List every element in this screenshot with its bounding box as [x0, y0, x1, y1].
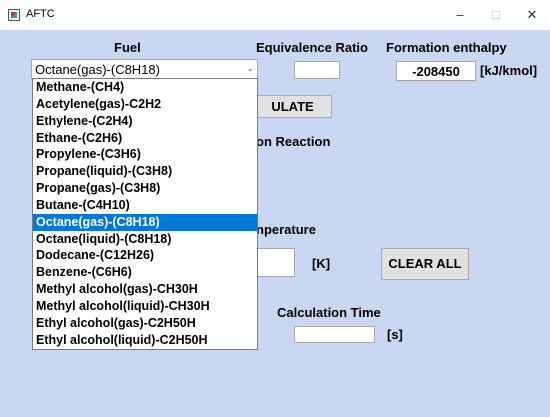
enthalpy-unit-label: [kJ/kmol] [480, 63, 538, 78]
fuel-option[interactable]: Benzene-(C6H6) [33, 264, 257, 281]
calculation-time-output [294, 326, 375, 343]
fuel-select[interactable]: Octane(gas)-(C8H18) ⌄ [31, 59, 258, 79]
fuel-option[interactable]: Propylene-(C3H6) [33, 146, 257, 163]
fuel-option[interactable]: Methyl alcohol(gas)-CH30H [33, 281, 257, 298]
close-button[interactable]: ✕ [514, 0, 550, 30]
fuel-option[interactable]: Octane(gas)-(C8H18) [33, 213, 257, 231]
fuel-option[interactable]: Ethyl alcohol(liquid)-C2H50H [33, 332, 257, 349]
fuel-option[interactable]: Ethane-(C2H6) [33, 130, 257, 147]
temperature-label: nperature [256, 222, 316, 237]
fuel-option[interactable]: Dodecane-(C12H26) [33, 247, 257, 264]
title-bar: AFTC – □ ✕ [0, 0, 550, 30]
temperature-output [254, 248, 295, 277]
equivalence-ratio-label: Equivalence Ratio [256, 40, 368, 55]
window-title: AFTC [26, 8, 55, 20]
fuel-option[interactable]: Propane(liquid)-(C3H8) [33, 163, 257, 180]
fuel-select-value: Octane(gas)-(C8H18) [35, 62, 160, 77]
maximize-button[interactable]: □ [478, 0, 514, 30]
chevron-down-icon[interactable]: ⌄ [246, 63, 254, 74]
fuel-label: Fuel [114, 40, 141, 55]
reaction-label: on Reaction [256, 134, 331, 149]
time-unit-label: [s] [387, 327, 403, 342]
calculation-time-label: Calculation Time [277, 305, 381, 320]
fuel-option[interactable]: Methane-(CH4) [33, 79, 257, 96]
fuel-option[interactable]: Ethyl alcohol(gas)-C2H50H [33, 315, 257, 332]
clear-all-button[interactable]: CLEAR ALL [381, 248, 469, 280]
fuel-option[interactable]: Methyl alcohol(liquid)-CH30H [33, 298, 257, 315]
fuel-option[interactable]: Acetylene(gas)-C2H2 [33, 96, 257, 113]
temperature-unit-label: [K] [312, 256, 331, 271]
clear-all-button-label: CLEAR ALL [388, 256, 462, 271]
equivalence-ratio-input[interactable] [294, 61, 340, 79]
calculate-button[interactable]: ULATE [254, 95, 332, 118]
calculate-button-label: ULATE [271, 99, 314, 114]
fuel-option[interactable]: Propane(gas)-(C3H8) [33, 180, 257, 197]
fuel-option[interactable]: Octane(liquid)-(C8H18) [33, 231, 257, 248]
fuel-dropdown-list[interactable]: Methane-(CH4) Acetylene(gas)-C2H2 Ethylene… [32, 78, 258, 350]
fuel-option[interactable]: Butane-(C4H10) [33, 197, 257, 214]
formation-enthalpy-field[interactable]: -208450 [396, 61, 476, 81]
minimize-button[interactable]: – [442, 0, 478, 30]
app-icon [8, 9, 20, 21]
formation-enthalpy-label: Formation enthalpy [386, 40, 507, 55]
fuel-option[interactable]: Ethylene-(C2H4) [33, 113, 257, 130]
